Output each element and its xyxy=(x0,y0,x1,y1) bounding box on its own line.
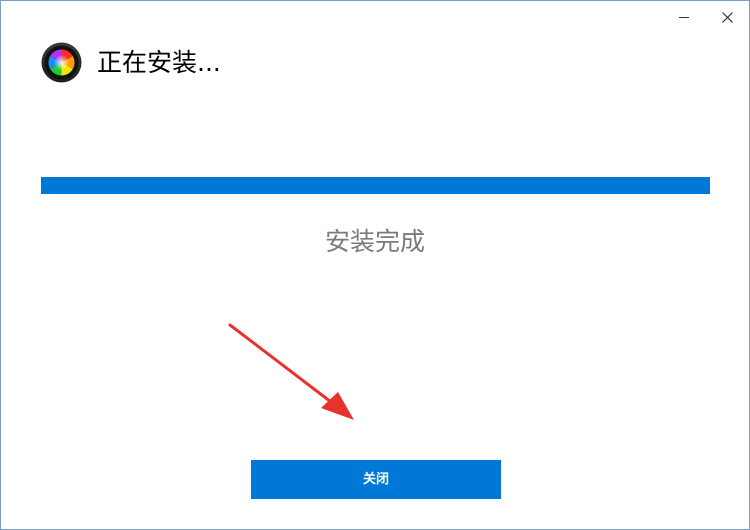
window-close-button[interactable] xyxy=(704,1,749,33)
color-wheel-icon xyxy=(41,42,82,83)
close-button[interactable]: 关闭 xyxy=(251,460,501,499)
progress-bar xyxy=(41,177,710,194)
minimize-button[interactable] xyxy=(661,1,707,33)
progress-bar-fill xyxy=(41,177,710,194)
minimize-icon xyxy=(679,16,689,18)
status-text: 安装完成 xyxy=(324,227,425,256)
close-icon xyxy=(721,11,733,23)
annotation-arrow-icon xyxy=(228,323,354,420)
installer-window: 正在安装... 安装完成 关闭 xyxy=(0,0,750,530)
page-title: 正在安装... xyxy=(97,48,221,77)
